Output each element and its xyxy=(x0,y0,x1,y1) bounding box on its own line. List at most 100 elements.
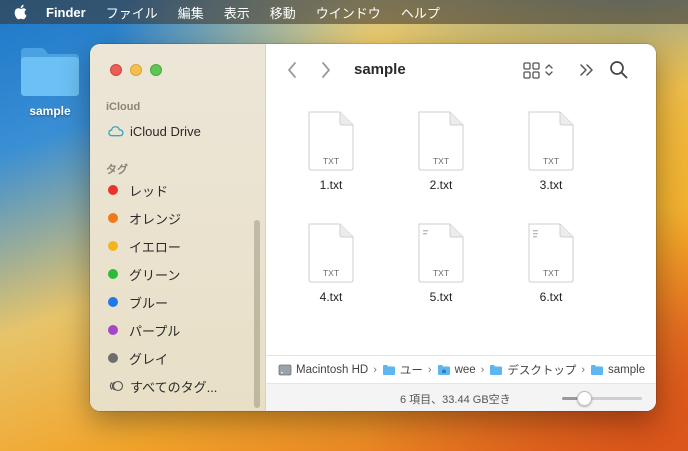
tag-color-dot xyxy=(108,185,118,195)
zoom-button[interactable] xyxy=(150,64,162,76)
path-separator-icon: › xyxy=(480,363,485,376)
text-file-icon: TXT xyxy=(528,223,574,283)
path-segment-desktop[interactable]: デスクトップ xyxy=(489,362,576,378)
icon-size-slider[interactable] xyxy=(562,391,642,406)
menu-bar: Finder ファイル 編集 表示 移動 ウインドウ ヘルプ xyxy=(0,0,688,24)
path-segment-home[interactable]: wee xyxy=(437,364,476,376)
folder-icon xyxy=(382,364,395,375)
all-tags-icon xyxy=(108,380,124,392)
file-item[interactable]: TXT 1.txt xyxy=(286,110,376,192)
file-type-label: TXT xyxy=(323,156,339,166)
chevron-left-icon xyxy=(288,62,296,78)
window-title: sample xyxy=(354,61,406,78)
double-chevron-right-icon xyxy=(580,64,593,76)
file-type-label: TXT xyxy=(323,268,339,278)
path-segment-users[interactable]: ユー xyxy=(382,362,423,378)
path-segment-label: デスクトップ xyxy=(507,364,577,377)
sidebar-tag-blue[interactable]: ブルー xyxy=(108,292,168,312)
file-item[interactable]: TXT 3.txt xyxy=(506,110,596,192)
text-file-icon: TXT xyxy=(308,111,354,171)
apple-logo-icon[interactable] xyxy=(14,4,28,20)
icon-grid-icon xyxy=(523,62,553,79)
sidebar-tag-orange[interactable]: オレンジ xyxy=(108,208,181,228)
tag-color-dot xyxy=(108,353,118,363)
sidebar-scrollbar[interactable] xyxy=(254,220,260,408)
path-segment-label: wee xyxy=(454,363,476,376)
folder-icon xyxy=(21,48,79,96)
content-area: sample TXT 1.txt TXT 2.txt TXT 3.txt TXT… xyxy=(266,44,656,411)
status-text: 6 項目、33.44 GB空き xyxy=(400,394,511,406)
menu-go[interactable]: 移動 xyxy=(270,3,296,22)
sidebar-tag-yellow[interactable]: イエロー xyxy=(108,236,181,256)
file-name: 6.txt xyxy=(539,290,563,304)
file-item[interactable]: TXT 4.txt xyxy=(286,222,376,304)
sidebar-item-all-tags[interactable]: すべてのタグ... xyxy=(108,376,217,396)
sidebar-item-label: iCloud Drive xyxy=(130,123,201,139)
text-file-icon: TXT xyxy=(308,223,354,283)
search-button[interactable] xyxy=(609,60,629,85)
path-segment-disk[interactable]: Macintosh HD xyxy=(278,364,368,376)
tag-color-dot xyxy=(108,241,118,251)
file-name: 2.txt xyxy=(429,178,453,192)
hard-disk-icon xyxy=(278,364,292,375)
path-separator-icon: › xyxy=(427,363,432,376)
file-item[interactable]: TXT 6.txt xyxy=(506,222,596,304)
sidebar-item-label: ブルー xyxy=(129,295,169,311)
chevron-right-icon xyxy=(322,62,330,78)
search-icon xyxy=(610,61,628,79)
tag-color-dot xyxy=(108,213,118,223)
sidebar-tag-green[interactable]: グリーン xyxy=(108,264,180,284)
file-type-label: TXT xyxy=(543,268,559,278)
path-segment-label: Macintosh HD xyxy=(296,363,369,376)
view-mode-button[interactable] xyxy=(522,60,556,85)
window-controls xyxy=(110,64,170,76)
sidebar: iCloud iCloud Drive タグ レッド オレンジ イエロー グリー… xyxy=(90,44,266,411)
menu-edit[interactable]: 編集 xyxy=(178,3,204,22)
menu-finder[interactable]: Finder xyxy=(46,5,86,20)
file-item[interactable]: TXT 5.txt xyxy=(396,222,486,304)
back-button[interactable] xyxy=(286,60,298,86)
finder-window: iCloud iCloud Drive タグ レッド オレンジ イエロー グリー… xyxy=(90,44,656,411)
tag-color-dot xyxy=(108,269,118,279)
sidebar-tag-gray[interactable]: グレイ xyxy=(108,348,168,368)
file-type-label: TXT xyxy=(433,156,449,166)
sidebar-tag-red[interactable]: レッド xyxy=(108,180,168,200)
file-item[interactable]: TXT 2.txt xyxy=(396,110,486,192)
sidebar-item-label: パープル xyxy=(129,323,181,339)
sidebar-item-label: オレンジ xyxy=(129,211,182,227)
menu-window[interactable]: ウインドウ xyxy=(316,3,381,22)
sidebar-item-label: グレイ xyxy=(129,351,169,367)
folder-icon xyxy=(490,364,503,375)
desktop-folder-label: sample xyxy=(29,104,71,118)
close-button[interactable] xyxy=(110,64,122,76)
icloud-section-header: iCloud xyxy=(106,101,141,113)
folder-icon xyxy=(591,364,604,375)
desktop-folder[interactable]: sample xyxy=(14,44,86,118)
sidebar-item-icloud-drive[interactable]: iCloud Drive xyxy=(108,121,201,141)
cloud-icon xyxy=(108,125,124,137)
file-name: 4.txt xyxy=(319,290,343,304)
menu-help[interactable]: ヘルプ xyxy=(401,3,440,22)
file-name: 3.txt xyxy=(539,178,563,192)
slider-knob[interactable] xyxy=(576,391,592,406)
sidebar-item-label: グリーン xyxy=(129,267,181,283)
text-file-icon: TXT xyxy=(418,111,464,171)
sidebar-item-label: すべてのタグ... xyxy=(130,379,218,395)
sidebar-item-label: イエロー xyxy=(129,239,181,255)
text-file-icon: TXT xyxy=(418,223,464,283)
sidebar-tag-purple[interactable]: パープル xyxy=(108,320,180,340)
file-name: 1.txt xyxy=(319,178,343,192)
file-type-label: TXT xyxy=(433,268,449,278)
tags-section-header: タグ xyxy=(106,164,128,176)
minimize-button[interactable] xyxy=(130,64,142,76)
menu-file[interactable]: ファイル xyxy=(106,3,158,22)
path-segment-sample[interactable]: sample xyxy=(590,364,645,376)
toolbar: sample xyxy=(266,44,656,96)
path-separator-icon: › xyxy=(373,363,377,376)
menu-view[interactable]: 表示 xyxy=(224,3,250,22)
more-toolbar-button[interactable] xyxy=(578,60,596,85)
text-file-icon: TXT xyxy=(528,111,574,171)
tag-color-dot xyxy=(108,325,118,335)
home-folder-icon xyxy=(437,364,450,375)
forward-button[interactable] xyxy=(320,60,332,86)
